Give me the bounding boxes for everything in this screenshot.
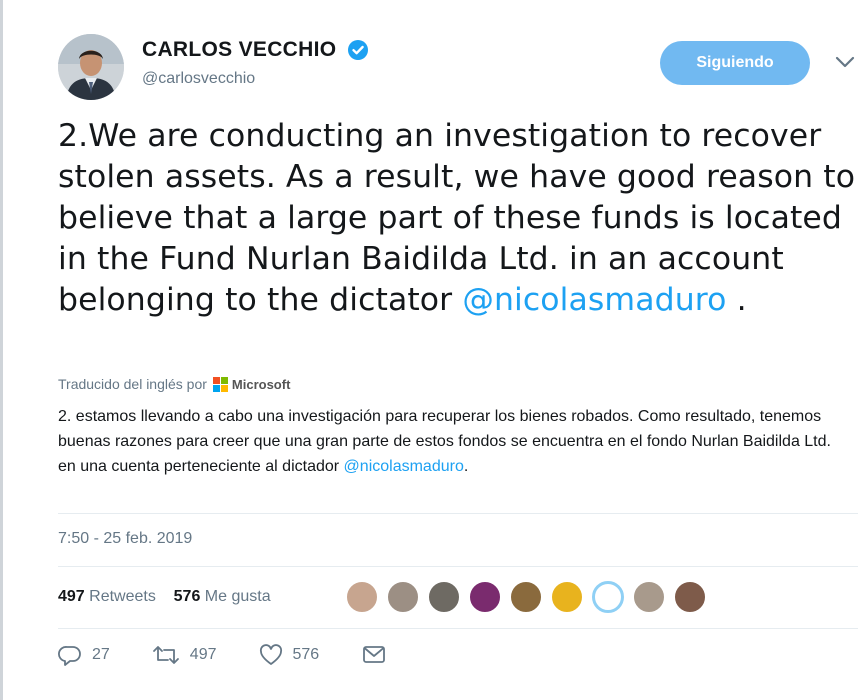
divider (58, 628, 858, 629)
mention-link[interactable]: @nicolasmaduro (462, 282, 726, 318)
retweets-label: Retweets (89, 588, 156, 605)
translated-text-end: . (463, 458, 469, 475)
liker-avatar[interactable] (469, 581, 501, 613)
divider (58, 566, 858, 567)
translated-mention-link[interactable]: @nicolasmaduro (344, 458, 464, 475)
microsoft-logo-icon (212, 376, 228, 392)
tweet-timestamp[interactable]: 7:50 - 25 feb. 2019 (58, 530, 192, 548)
liker-avatars (346, 581, 715, 613)
like-button[interactable]: 576 (259, 644, 320, 666)
envelope-icon (363, 646, 386, 663)
reply-icon (58, 646, 81, 666)
reply-count: 27 (92, 646, 110, 663)
translation-attribution: Traducido del inglés por Microsoft (58, 376, 290, 392)
tweet-text-end: . (726, 282, 747, 318)
author-name[interactable]: CARLOS VECCHIO (142, 38, 336, 62)
liker-avatar[interactable] (592, 581, 624, 613)
retweets-stat[interactable]: 497 Retweets (58, 588, 156, 605)
liker-avatar[interactable] (510, 581, 542, 613)
liker-avatar[interactable] (428, 581, 460, 613)
liker-avatar[interactable] (346, 581, 378, 613)
tweet-header: CARLOS VECCHIO @carlosvecchio Siguiendo (58, 30, 858, 100)
translation-label: Traducido del inglés por (58, 376, 207, 392)
reply-button[interactable]: 27 (58, 644, 110, 666)
avatar-image (58, 34, 124, 100)
divider (58, 513, 858, 514)
avatar[interactable] (58, 34, 124, 100)
window-edge (0, 0, 3, 700)
author-handle[interactable]: @carlosvecchio (142, 70, 369, 88)
translation-provider[interactable]: Microsoft (232, 377, 291, 392)
likes-count: 576 (173, 588, 201, 605)
retweet-icon (152, 646, 179, 664)
retweets-count: 497 (58, 588, 85, 605)
verified-badge-icon (347, 40, 368, 60)
likes-label: Me gusta (204, 588, 271, 605)
translated-text: 2. estamos llevando a cabo una investiga… (58, 404, 848, 479)
author-block: CARLOS VECCHIO @carlosvecchio (142, 38, 369, 88)
liker-avatar[interactable] (551, 581, 583, 613)
liker-avatar[interactable] (674, 581, 706, 613)
direct-message-button[interactable] (361, 644, 397, 666)
liker-avatar[interactable] (387, 581, 419, 613)
tweet-text: 2.We are conducting an investigation to … (58, 116, 858, 321)
following-button[interactable]: Siguiendo (660, 41, 810, 85)
engagement-stats: 497 Retweets 576 Me gusta (58, 588, 271, 606)
likes-stat[interactable]: 576 Me gusta (174, 588, 271, 605)
tweet-actions: 27 497 576 (58, 644, 439, 666)
like-count: 576 (292, 646, 320, 663)
heart-icon (259, 644, 282, 665)
retweet-count: 497 (189, 646, 217, 663)
retweet-button[interactable]: 497 (152, 644, 217, 666)
chevron-down-icon[interactable] (834, 54, 856, 70)
liker-avatar[interactable] (633, 581, 665, 613)
